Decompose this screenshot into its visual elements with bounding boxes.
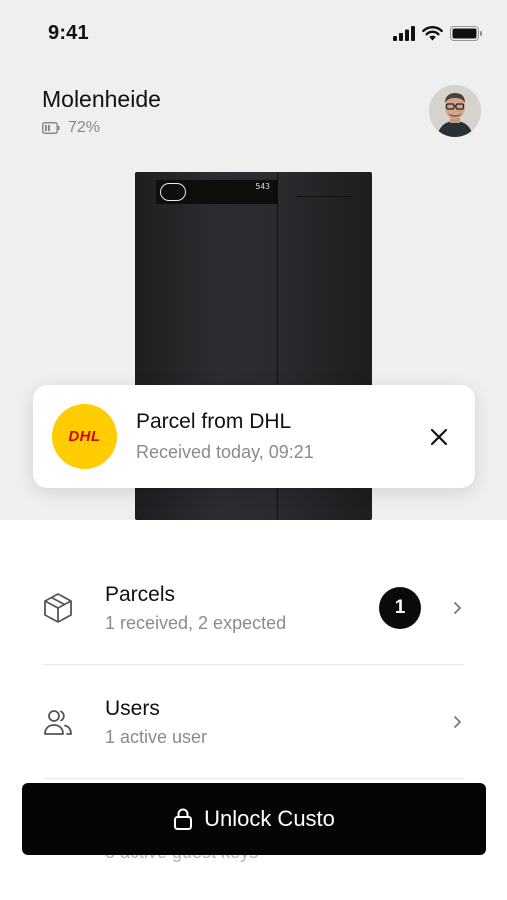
cellular-signal-icon [393,25,415,41]
list-item-parcels[interactable]: Parcels 1 received, 2 expected 1 [43,551,464,665]
parcels-subtitle: 1 received, 2 expected [105,612,287,633]
status-time: 9:41 [48,21,89,44]
status-icons [393,25,483,41]
locker-display-panel: 543 [156,180,278,204]
unlock-button[interactable]: Unlock Custo [22,783,486,855]
notification-title: Parcel from DHL [136,410,292,433]
chevron-right-icon [450,601,464,615]
battery-level: 72% [68,119,101,136]
chevron-right-icon [450,715,464,729]
locker-panel-code: 543 [255,182,270,191]
close-icon [430,428,448,446]
battery-status-icon [450,25,482,41]
users-title: Users [105,696,160,720]
users-icon [43,706,85,738]
status-bar: 9:41 [0,0,507,66]
dhl-logo: DHL [52,404,117,469]
parcels-count-badge: 1 [379,587,421,629]
battery-icon [42,122,60,134]
header: Molenheide 72% [42,86,482,146]
locker-sensor-ring [160,183,186,201]
parcels-title: Parcels [105,582,176,606]
avatar[interactable] [429,85,481,137]
parcel-notification[interactable]: DHL Parcel from DHL Received today, 09:2… [33,385,475,488]
locker-slot [297,196,353,197]
wifi-icon [422,25,443,40]
notification-close-button[interactable] [423,421,455,453]
dhl-logo-text: DHL [68,428,101,445]
notification-subtitle: Received today, 09:21 [136,442,314,462]
package-icon [43,592,85,624]
users-subtitle: 1 active user [105,726,208,747]
unlock-button-label: Unlock Custo [204,806,335,831]
user-avatar-icon [429,85,481,137]
lock-icon [174,808,193,830]
users-text: Users 1 active user [105,697,450,748]
parcels-text: Parcels 1 received, 2 expected [105,583,379,634]
location-name: Molenheide [42,86,161,112]
list-item-users[interactable]: Users 1 active user [43,665,464,779]
device-battery: 72% [42,119,482,137]
list-divider [43,778,464,779]
